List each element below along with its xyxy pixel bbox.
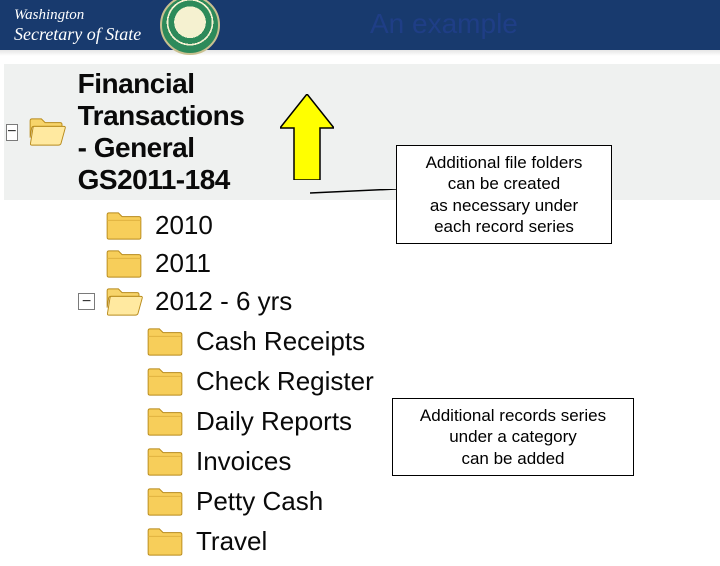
tree-item-label: Travel	[196, 526, 267, 557]
folder-closed-icon	[146, 447, 184, 477]
callout-line: each record series	[407, 216, 601, 237]
folder-closed-icon	[146, 487, 184, 517]
callout-line: under a category	[403, 426, 623, 447]
spacer	[78, 217, 95, 234]
tree-item-petty-cash[interactable]: Petty Cash	[146, 486, 720, 517]
folder-closed-icon	[146, 407, 184, 437]
tree-item-check-register[interactable]: Check Register	[146, 366, 720, 397]
callout-line: Additional records series	[403, 405, 623, 426]
tree-item-2012[interactable]: − 2012 - 6 yrs	[78, 286, 720, 317]
brand-line2: Secretary of State	[14, 25, 141, 43]
expander-icon[interactable]: −	[6, 124, 18, 141]
tree-item-travel[interactable]: Travel	[146, 526, 720, 557]
callout-line: Additional file folders	[407, 152, 601, 173]
header-bar: Washington Secretary of State An example	[0, 0, 720, 50]
arrow-up-icon	[280, 94, 334, 180]
folder-open-icon	[105, 287, 143, 317]
brand: Washington Secretary of State	[14, 8, 141, 43]
spacer	[78, 255, 95, 272]
tree-item-label: Invoices	[196, 446, 291, 477]
header-divider	[0, 50, 720, 56]
tree-item-label: Check Register	[196, 366, 374, 397]
page-title: An example	[370, 8, 518, 40]
folder-tree: − Financial Transactions - General GS201…	[6, 62, 720, 566]
callout-line: as necessary under	[407, 195, 601, 216]
folder-closed-icon	[146, 527, 184, 557]
tree-item-2011[interactable]: 2011	[78, 248, 720, 279]
folder-open-icon	[28, 117, 66, 147]
callout-records-series: Additional records series under a catego…	[392, 398, 634, 476]
folder-closed-icon	[105, 211, 143, 241]
tree-item-label: 2012 - 6 yrs	[155, 286, 292, 317]
tree-item-label: Daily Reports	[196, 406, 352, 437]
callout-line: can be created	[407, 173, 601, 194]
tree-item-label: 2011	[155, 248, 211, 279]
tree-item-label: Petty Cash	[196, 486, 323, 517]
folder-closed-icon	[146, 367, 184, 397]
callout-file-folders: Additional file folders can be created a…	[396, 145, 612, 244]
expander-icon[interactable]: −	[78, 293, 95, 310]
tree-item-cash-receipts[interactable]: Cash Receipts	[146, 326, 720, 357]
tree-root-label: Financial Transactions - General GS2011-…	[78, 68, 250, 196]
tree-item-label: Cash Receipts	[196, 326, 365, 357]
folder-closed-icon	[105, 249, 143, 279]
tree-item-label: 2010	[155, 210, 213, 241]
tree-root-row[interactable]: − Financial Transactions - General GS201…	[4, 64, 720, 200]
state-seal-icon	[160, 0, 220, 55]
tree-level1: 2010 2011 − 2012 - 6 yrs Cash Receipts C…	[78, 210, 720, 557]
folder-closed-icon	[146, 327, 184, 357]
connector-line-icon	[310, 192, 396, 194]
brand-line1: Washington	[14, 8, 141, 23]
callout-line: can be added	[403, 448, 623, 469]
